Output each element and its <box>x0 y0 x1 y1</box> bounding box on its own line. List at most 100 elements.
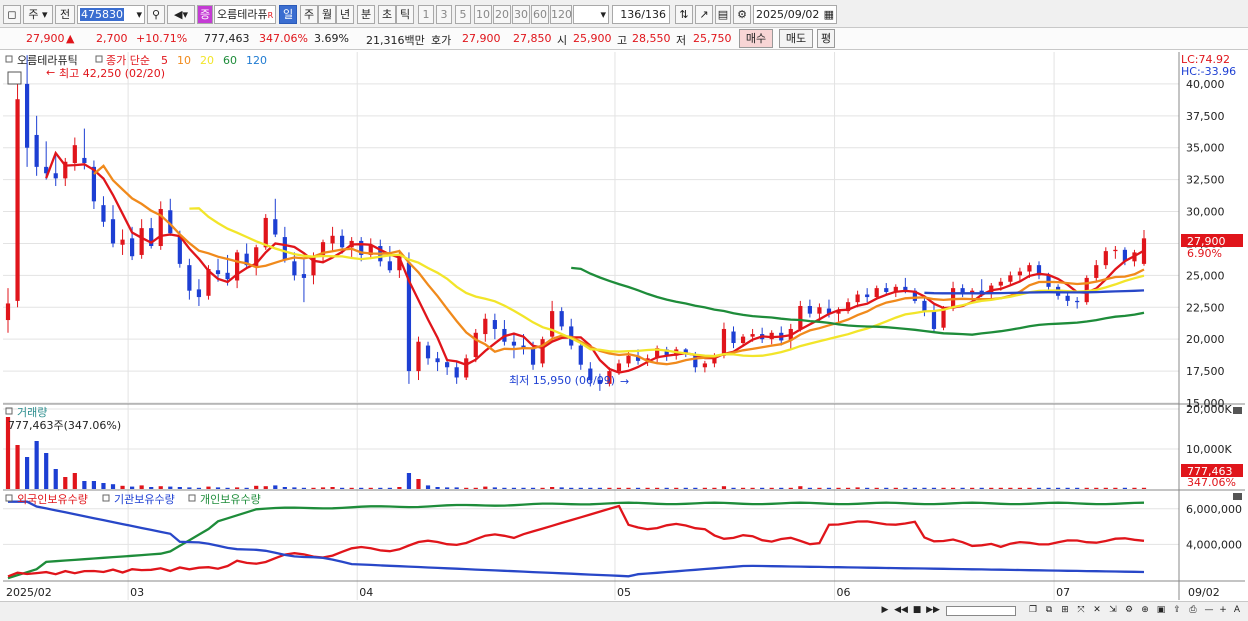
zoom-in-icon[interactable]: + <box>1216 604 1230 618</box>
holdings-legend-label[interactable]: 외국인보유수량 <box>17 493 88 506</box>
current-change-tag: 6.90% <box>1187 247 1222 260</box>
search-icon[interactable]: ⚲ <box>147 5 165 24</box>
volume-bar <box>320 487 326 489</box>
candle-body <box>550 311 555 337</box>
tile-icon[interactable]: ⊞ <box>1058 604 1072 618</box>
volume-bar <box>941 487 946 489</box>
grid-menu-icon[interactable] <box>7 71 22 85</box>
holdings-close-icon[interactable] <box>1233 493 1242 500</box>
interval-button-20[interactable]: 20 <box>493 5 511 24</box>
holdings-legend-label[interactable]: 개인보유수량 <box>200 493 261 506</box>
volume-bar <box>807 487 812 489</box>
bid-label: 호가 <box>431 34 452 47</box>
calendar-icon[interactable]: ▦ <box>824 6 834 23</box>
layout-split-icon[interactable]: ⧉ <box>1042 604 1056 618</box>
volume-bar <box>855 487 860 489</box>
volume-bar <box>397 487 402 489</box>
holdings-legend-label[interactable]: 기관보유수량 <box>114 493 175 506</box>
cursor-icon[interactable]: ⤧ <box>1074 604 1088 618</box>
stock-code-input[interactable]: 475830 ▾ <box>77 5 145 24</box>
volume-bar <box>206 486 211 489</box>
evaluate-button[interactable]: 평 <box>817 29 835 48</box>
volume-bar <box>950 487 956 489</box>
ma-period-120: 120 <box>246 54 267 67</box>
export-icon[interactable]: ⇪ <box>1170 604 1184 618</box>
speaker-icon[interactable]: ◀▾ <box>167 5 195 24</box>
volume-bar <box>903 487 908 489</box>
interval-button-120[interactable]: 120 <box>550 5 572 24</box>
candle-body <box>540 339 545 364</box>
tab-period-6[interactable]: 틱 <box>396 5 414 24</box>
volume-bar <box>960 487 965 489</box>
open-label: 시 <box>557 34 568 47</box>
volume-bar <box>721 486 727 489</box>
tab-period-1[interactable]: 주 <box>300 5 318 24</box>
ma-period-20: 20 <box>200 54 214 67</box>
crosshair-icon[interactable]: ✕ <box>1090 604 1104 618</box>
candle-body <box>865 294 870 298</box>
interval-button-5[interactable]: 5 <box>455 5 471 24</box>
date-field[interactable]: 2025/09/02 ▦ <box>753 5 837 24</box>
price-tick-label: 37,500 <box>1186 110 1225 123</box>
text-size-icon[interactable]: A <box>1230 604 1244 618</box>
fast-forward-icon[interactable]: ▶▶ <box>926 604 940 618</box>
volume-bar <box>349 487 354 489</box>
candle-body <box>340 235 345 248</box>
image-icon[interactable]: ▣ <box>1154 604 1168 618</box>
compare-icon[interactable]: ⇅ <box>675 5 693 24</box>
custom-interval-select[interactable]: ▾ <box>573 5 609 24</box>
tab-period-3[interactable]: 년 <box>336 5 354 24</box>
scroll-right-icon[interactable]: ▶ <box>878 604 892 618</box>
zoom-slider[interactable] <box>946 606 1016 616</box>
draw-line-icon[interactable]: ↗ <box>695 5 713 24</box>
volume-bar <box>263 486 268 489</box>
rewind-icon[interactable]: ◀◀ <box>894 604 908 618</box>
sell-button[interactable]: 매도 <box>779 29 813 48</box>
candle-body <box>120 239 125 245</box>
period-menu[interactable]: 주 ▾ <box>23 5 53 24</box>
volume-bar <box>559 487 564 489</box>
gear-icon[interactable]: ⚙ <box>733 5 751 24</box>
tab-period-5[interactable]: 초 <box>378 5 396 24</box>
interval-button-3[interactable]: 3 <box>436 5 452 24</box>
volume-title[interactable]: 거래량 <box>17 406 47 419</box>
stop-icon[interactable]: ■ <box>910 604 924 618</box>
candle-body <box>82 157 87 164</box>
data-count-field[interactable]: 136/136 <box>612 5 670 24</box>
volume-bar <box>1065 487 1070 489</box>
copy-icon[interactable]: ❐ <box>1026 604 1040 618</box>
candle-body <box>874 288 879 298</box>
save-icon[interactable]: ▤ <box>715 5 731 24</box>
volume-bar <box>406 473 412 489</box>
volume-bar <box>817 487 822 489</box>
volume-bar <box>769 487 774 489</box>
volume-close-icon[interactable] <box>1233 407 1242 414</box>
volume-bar <box>15 445 20 489</box>
volume-bar <box>492 487 497 489</box>
print-icon[interactable]: ⎙ <box>1186 604 1200 618</box>
magnify-icon[interactable]: ⊕ <box>1138 604 1152 618</box>
volume-bar <box>884 487 889 489</box>
layout-icon[interactable]: ◻ <box>3 5 21 24</box>
volume-bar <box>120 485 125 489</box>
stock-chart[interactable]: 40,00037,50035,00032,50030,00027,50025,0… <box>0 50 1248 602</box>
all-menu-button[interactable]: 전 <box>55 5 75 24</box>
candle-body <box>1103 251 1108 266</box>
buy-button[interactable]: 매수 <box>739 29 773 48</box>
interval-button-1[interactable]: 1 <box>418 5 434 24</box>
settings-small-icon[interactable]: ⚙ <box>1122 604 1136 618</box>
volume-bar <box>53 469 58 489</box>
zoom-out-icon[interactable]: — <box>1202 604 1216 618</box>
tab-period-4[interactable]: 분 <box>357 5 375 24</box>
interval-button-10[interactable]: 10 <box>474 5 492 24</box>
candle-body <box>1094 265 1099 278</box>
ruler-icon[interactable]: ⇲ <box>1106 604 1120 618</box>
stock-code-dropdown-icon[interactable]: ▾ <box>136 6 142 23</box>
volume-bar <box>550 487 555 489</box>
candle-body <box>578 345 583 365</box>
tab-period-2[interactable]: 월 <box>318 5 336 24</box>
interval-button-60[interactable]: 60 <box>531 5 549 24</box>
ma-legend-label[interactable]: 종가 단순 <box>106 54 150 67</box>
interval-button-30[interactable]: 30 <box>512 5 530 24</box>
tab-period-0[interactable]: 일 <box>279 5 297 24</box>
